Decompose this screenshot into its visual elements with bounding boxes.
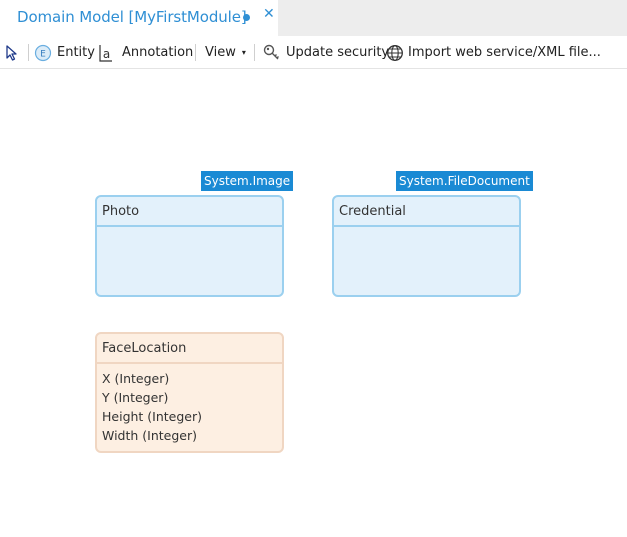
svg-text:E: E	[40, 49, 46, 59]
annotation-label: Annotation	[122, 45, 194, 60]
view-dropdown[interactable]: View ▾	[205, 36, 246, 69]
import-label: Import web service/XML file...	[408, 45, 601, 60]
entity-button[interactable]: E Entity	[34, 36, 95, 69]
document-tab-strip: Domain Model [MyFirstModule] ✕	[0, 0, 627, 36]
generalization-tag: System.Image	[201, 171, 294, 191]
entity-name: Photo	[97, 197, 282, 227]
chevron-down-icon: ▾	[241, 48, 246, 57]
attribute-item[interactable]: Height (Integer)	[102, 407, 282, 426]
close-tab-icon[interactable]: ✕	[263, 6, 275, 22]
tab-title: Domain Model [MyFirstModule]	[17, 8, 247, 26]
globe-icon	[387, 44, 403, 61]
unsaved-changes-dot-icon	[243, 14, 250, 21]
attribute-item[interactable]: Y (Integer)	[102, 388, 282, 407]
tab-domain-model[interactable]: Domain Model [MyFirstModule] ✕	[0, 0, 278, 36]
attribute-item[interactable]: Width (Integer)	[102, 426, 282, 445]
update-security-label: Update security	[286, 45, 390, 60]
generalization-tag: System.FileDocument	[396, 171, 533, 191]
entity-icon: E	[34, 44, 52, 61]
entity-name: Credential	[334, 197, 519, 227]
key-icon	[263, 44, 279, 59]
attribute-item[interactable]: X (Integer)	[102, 369, 282, 388]
entity-facelocation[interactable]: FaceLocation X (Integer) Y (Integer) Hei…	[95, 332, 284, 453]
domain-model-canvas[interactable]: System.Image Photo System.FileDocument C…	[0, 70, 627, 537]
pointer-icon[interactable]	[2, 36, 22, 69]
toolbar: E Entity a Annotation View ▾ Update secu…	[0, 36, 627, 69]
annotation-button[interactable]: a Annotation	[98, 36, 193, 69]
toolbar-separator	[254, 44, 255, 61]
update-security-button[interactable]: Update security	[262, 36, 389, 69]
annotation-icon: a	[99, 44, 112, 62]
toolbar-separator	[195, 44, 196, 61]
entity-photo[interactable]: Photo	[95, 195, 284, 297]
entity-label: Entity	[57, 45, 95, 60]
toolbar-separator	[28, 44, 29, 61]
view-label: View	[205, 45, 236, 60]
entity-credential[interactable]: Credential	[332, 195, 521, 297]
attribute-list: X (Integer) Y (Integer) Height (Integer)…	[97, 364, 282, 445]
import-web-service-button[interactable]: Import web service/XML file...	[386, 36, 601, 69]
entity-name: FaceLocation	[97, 334, 282, 364]
svg-text:a: a	[103, 47, 110, 61]
